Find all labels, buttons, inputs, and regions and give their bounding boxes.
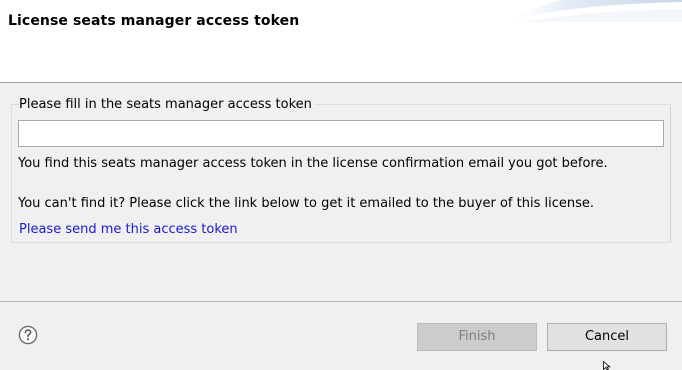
cancel-button[interactable]: Cancel [547, 323, 667, 351]
finish-button[interactable]: Finish [417, 323, 537, 351]
token-missing-hint: You can't find it? Please click the link… [18, 196, 594, 211]
access-token-input[interactable] [18, 120, 664, 147]
dialog-title: License seats manager access token [8, 13, 300, 29]
dialog-header: License seats manager access token [0, 0, 682, 83]
token-location-hint: You find this seats manager access token… [18, 156, 608, 171]
send-access-token-link[interactable]: Please send me this access token [19, 222, 238, 238]
footer-separator [0, 301, 682, 302]
token-group-legend: Please fill in the seats manager access … [19, 97, 314, 113]
header-banner-graphic [502, 0, 682, 22]
mouse-pointer-icon [603, 361, 611, 370]
help-icon[interactable] [18, 325, 38, 345]
